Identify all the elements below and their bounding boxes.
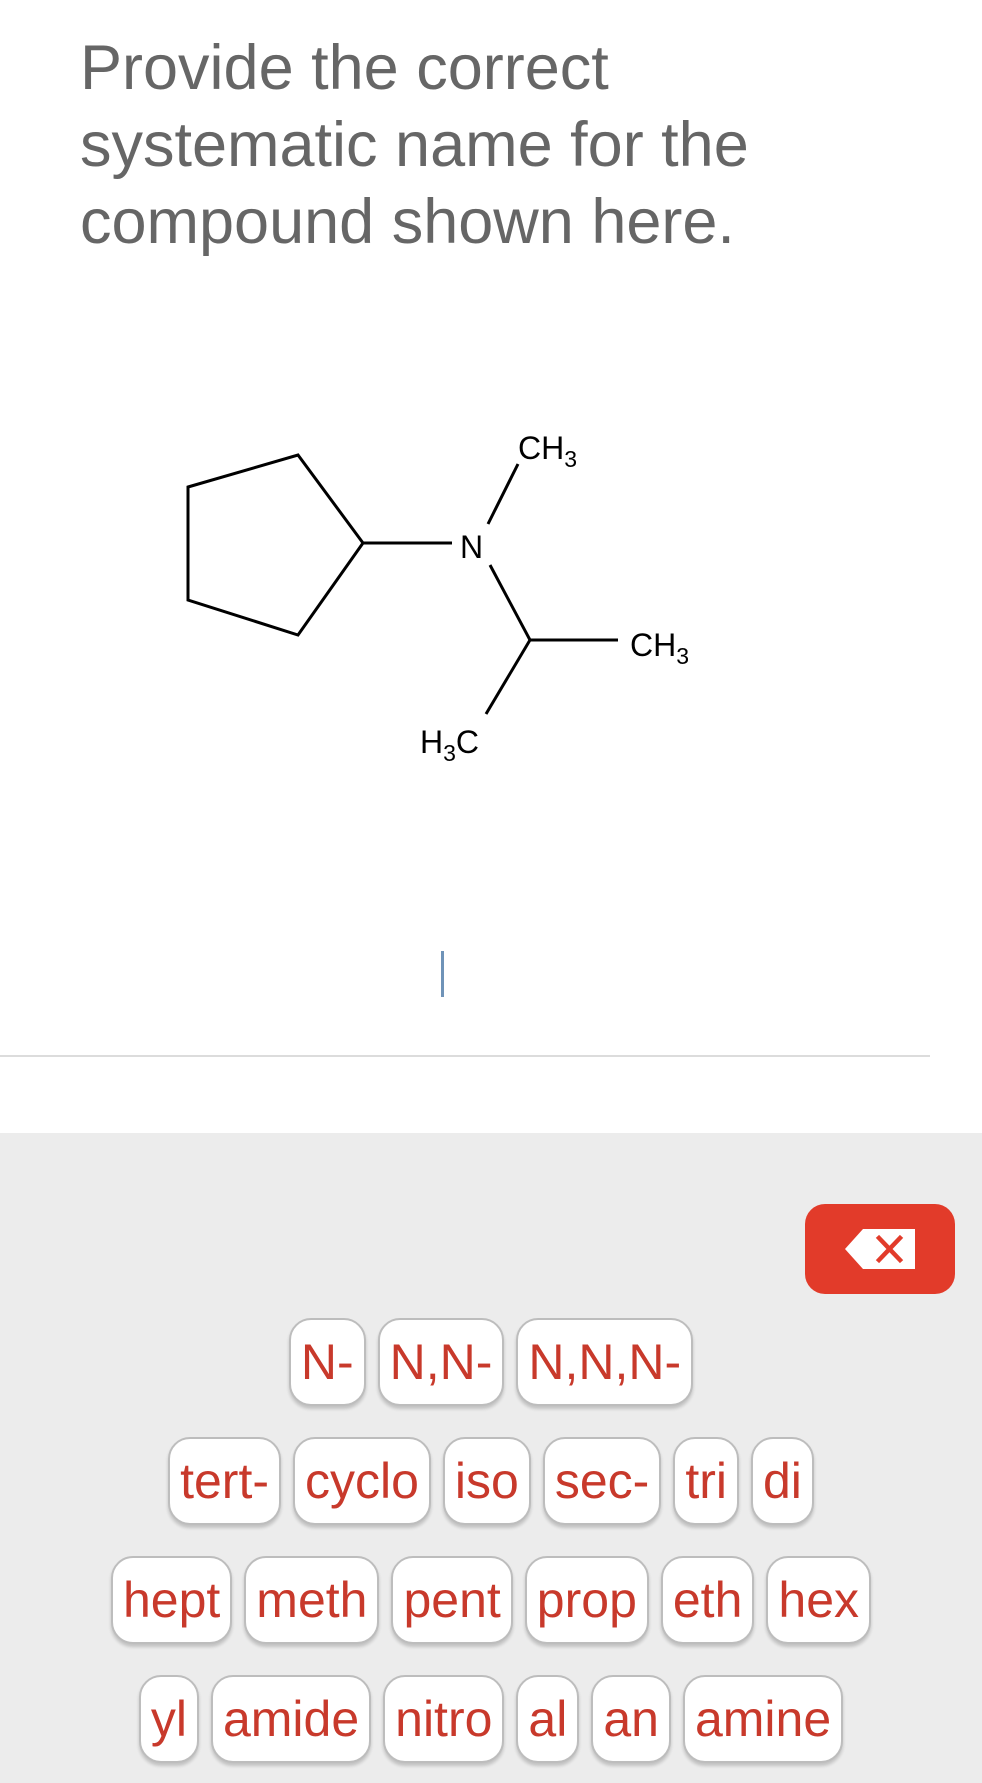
key-di[interactable]: di [750, 1437, 814, 1525]
bond-ch-h3c [484, 639, 532, 715]
keyboard-row-1: N- N,N- N,N,N- [0, 1318, 982, 1406]
molecule-structure: N CH3 CH3 H3C [186, 430, 689, 766]
methyl-label-bottom: H3C [420, 724, 479, 766]
key-sec[interactable]: sec- [542, 1437, 662, 1525]
key-iso[interactable]: iso [442, 1437, 531, 1525]
key-eth[interactable]: eth [660, 1556, 755, 1644]
key-nitro[interactable]: nitro [383, 1675, 505, 1763]
answer-input-cursor[interactable] [441, 951, 444, 997]
key-hex[interactable]: hex [766, 1556, 872, 1644]
bond-n-methyl [486, 463, 520, 525]
key-hept[interactable]: hept [110, 1556, 233, 1644]
key-pent[interactable]: pent [391, 1556, 513, 1644]
key-amine[interactable]: amine [682, 1675, 844, 1763]
methyl-label-top: CH3 [518, 430, 577, 472]
key-yl[interactable]: yl [138, 1675, 199, 1763]
key-prop[interactable]: prop [524, 1556, 649, 1644]
backspace-button[interactable] [805, 1204, 955, 1294]
keyboard-row-3: hept meth pent prop eth hex [0, 1556, 982, 1644]
bond-n-ch [488, 564, 532, 641]
key-cyclo[interactable]: cyclo [293, 1437, 431, 1525]
keyboard-row-4: yl amide nitro al an amine [0, 1675, 982, 1763]
key-tri[interactable]: tri [673, 1437, 739, 1525]
methyl-label-right: CH3 [630, 627, 689, 669]
key-meth[interactable]: meth [244, 1556, 380, 1644]
key-n[interactable]: N- [288, 1318, 366, 1406]
key-tert[interactable]: tert- [168, 1437, 281, 1525]
backspace-icon [845, 1229, 915, 1269]
key-n-n[interactable]: N,N- [377, 1318, 505, 1406]
nitrogen-label: N [460, 529, 483, 565]
key-an[interactable]: an [591, 1675, 671, 1763]
key-amide[interactable]: amide [210, 1675, 372, 1763]
molecule-bonds [186, 453, 618, 715]
answer-divider [0, 1055, 930, 1057]
keyboard-row-2: tert- cyclo iso sec- tri di [0, 1437, 982, 1525]
key-al[interactable]: al [516, 1675, 580, 1763]
cyclopentane-ring [186, 453, 365, 637]
key-n-n-n[interactable]: N,N,N- [516, 1318, 694, 1406]
